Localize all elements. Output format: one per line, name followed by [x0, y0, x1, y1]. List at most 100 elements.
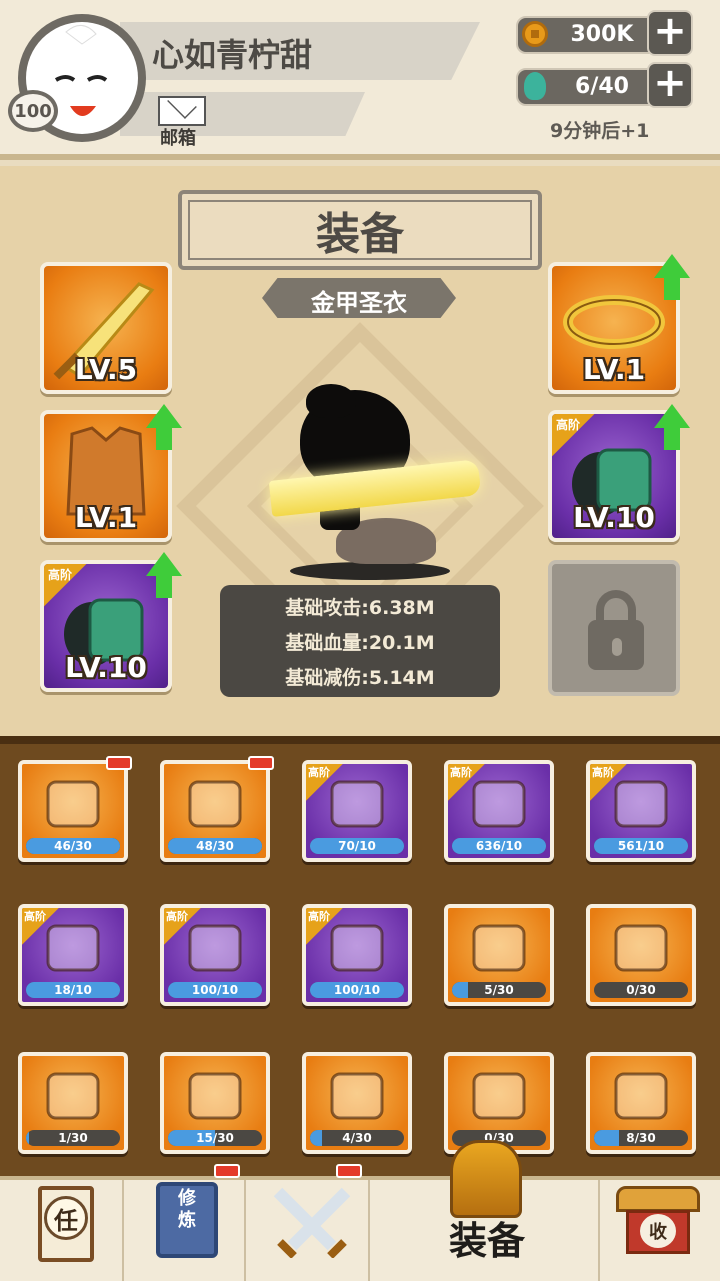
inventory-item[interactable]: 高阶 100/10	[160, 904, 270, 1006]
inventory-item[interactable]: 1/30	[18, 1052, 128, 1154]
inventory-item[interactable]: 高阶 100/10	[302, 904, 412, 1006]
inventory-item[interactable]: 高阶 70/10	[302, 760, 412, 862]
item-count: 4/30	[342, 1131, 372, 1145]
shop-icon: 收	[640, 1214, 676, 1248]
nav-divider	[368, 1180, 370, 1281]
item-progress-bar: 15/30	[168, 1130, 262, 1146]
item-progress-bar: 4/30	[310, 1130, 404, 1146]
stamina-drop-icon	[524, 72, 546, 100]
bamboo-hat-icon	[472, 1072, 526, 1120]
tier-label: 高阶	[166, 910, 188, 923]
inventory-item[interactable]: 48/30	[160, 760, 270, 862]
stat-damage-reduction: 基础减伤:5.14M	[285, 667, 435, 689]
item-progress-bar: 46/30	[26, 838, 120, 854]
tier-label: 高阶	[308, 910, 330, 923]
helmet-icon[interactable]	[450, 1140, 522, 1218]
player-name: 心如青柠甜	[152, 36, 313, 74]
nav-divider	[122, 1180, 124, 1281]
inventory-item[interactable]: 4/30	[302, 1052, 412, 1154]
inventory-item[interactable]: 高阶 561/10	[586, 760, 696, 862]
inventory-item[interactable]: 15/30	[160, 1052, 270, 1154]
stat-hp: 基础血量:20.1M	[285, 632, 435, 654]
notification-badge	[214, 1164, 240, 1178]
upgrade-arrow-icon	[146, 404, 182, 452]
item-count: 100/10	[191, 983, 239, 997]
nav-divider	[598, 1180, 600, 1281]
tier-label: 高阶	[24, 910, 46, 923]
item-progress-bar: 70/10	[310, 838, 404, 854]
item-count: 8/30	[626, 1131, 656, 1145]
book-icon: 修炼	[178, 1188, 196, 1231]
item-count: 636/10	[475, 839, 523, 853]
base-stats-panel: 基础攻击:6.38M 基础血量:20.1M 基础减伤:5.14M	[220, 585, 500, 697]
item-progress-bar: 1/30	[26, 1130, 120, 1146]
item-count: 48/30	[196, 839, 234, 853]
tier-label: 高阶	[308, 766, 330, 779]
inventory-item[interactable]: 8/30	[586, 1052, 696, 1154]
slot-level: LV.10	[65, 651, 147, 684]
inventory-item[interactable]: 高阶 18/10	[18, 904, 128, 1006]
leather-armor-icon	[188, 780, 242, 828]
add-gold-button[interactable]: +	[647, 10, 693, 56]
lock-keyhole	[612, 638, 622, 656]
stamina-amount: 6/40	[575, 74, 629, 99]
war-hammer-icon	[614, 924, 668, 972]
item-count: 46/30	[54, 839, 92, 853]
item-count: 5/30	[484, 983, 514, 997]
add-stamina-button[interactable]: +	[647, 62, 693, 108]
golden-sword-icon	[188, 1072, 242, 1120]
item-count: 15/30	[196, 1131, 234, 1145]
steel-sword-icon	[330, 1072, 384, 1120]
item-progress-bar: 100/10	[310, 982, 404, 998]
item-count: 70/10	[338, 839, 376, 853]
item-count: 100/10	[333, 983, 381, 997]
page-title: 装备	[316, 209, 404, 260]
nav-battle-button[interactable]	[270, 1182, 354, 1258]
tier-label: 高阶	[592, 766, 614, 779]
notification-badge	[106, 756, 132, 770]
mail-icon[interactable]	[158, 96, 206, 126]
gold-amount: 300K	[570, 22, 634, 47]
equip-slot-weapon[interactable]: LV.5	[40, 262, 172, 394]
tier-label: 高阶	[450, 766, 472, 779]
upgrade-arrow-icon	[146, 552, 182, 600]
nav-equip-label[interactable]: 装备	[436, 1210, 538, 1265]
slot-level: LV.1	[582, 353, 646, 386]
hero-head	[306, 384, 356, 418]
scroll-icon: 任	[44, 1196, 88, 1240]
tier-label: 高阶	[556, 418, 581, 432]
notification-badge	[248, 756, 274, 770]
equipment-set-name: 金甲圣衣	[311, 289, 407, 317]
upgrade-arrow-icon	[654, 254, 690, 302]
upgrade-arrow-icon	[654, 404, 690, 452]
item-progress-bar: 0/30	[594, 982, 688, 998]
notification-badge	[336, 1164, 362, 1178]
trident-spear-icon	[472, 924, 526, 972]
item-progress-bar: 561/10	[594, 838, 688, 854]
player-level-badge: 100	[8, 90, 58, 132]
stat-attack: 基础攻击:6.38M	[285, 597, 435, 619]
mail-button-label[interactable]: 邮箱	[160, 124, 196, 150]
inventory-item[interactable]: 0/30	[586, 904, 696, 1006]
slot-level: LV.10	[573, 501, 655, 534]
item-progress-bar: 100/10	[168, 982, 262, 998]
mail-plate	[120, 92, 365, 136]
item-progress-bar: 18/10	[26, 982, 120, 998]
item-count: 561/10	[617, 839, 665, 853]
item-progress-bar: 636/10	[452, 838, 546, 854]
shop-roof-icon[interactable]	[616, 1186, 700, 1212]
bottom-nav	[0, 1176, 720, 1281]
gold-ring-icon	[46, 780, 100, 828]
inventory-item[interactable]: 5/30	[444, 904, 554, 1006]
item-count: 1/30	[58, 1131, 88, 1145]
hero-shadow	[290, 562, 450, 580]
inventory-item[interactable]: 0/30	[444, 1052, 554, 1154]
item-progress-bar: 5/30	[452, 982, 546, 998]
inventory-item[interactable]: 46/30	[18, 760, 128, 862]
item-count: 18/10	[54, 983, 92, 997]
locked-equip-slot[interactable]	[548, 560, 680, 696]
hooded-cloak-icon	[614, 1072, 668, 1120]
inventory-item[interactable]: 高阶 636/10	[444, 760, 554, 862]
slot-level: LV.1	[74, 501, 138, 534]
item-count: 0/30	[626, 983, 656, 997]
